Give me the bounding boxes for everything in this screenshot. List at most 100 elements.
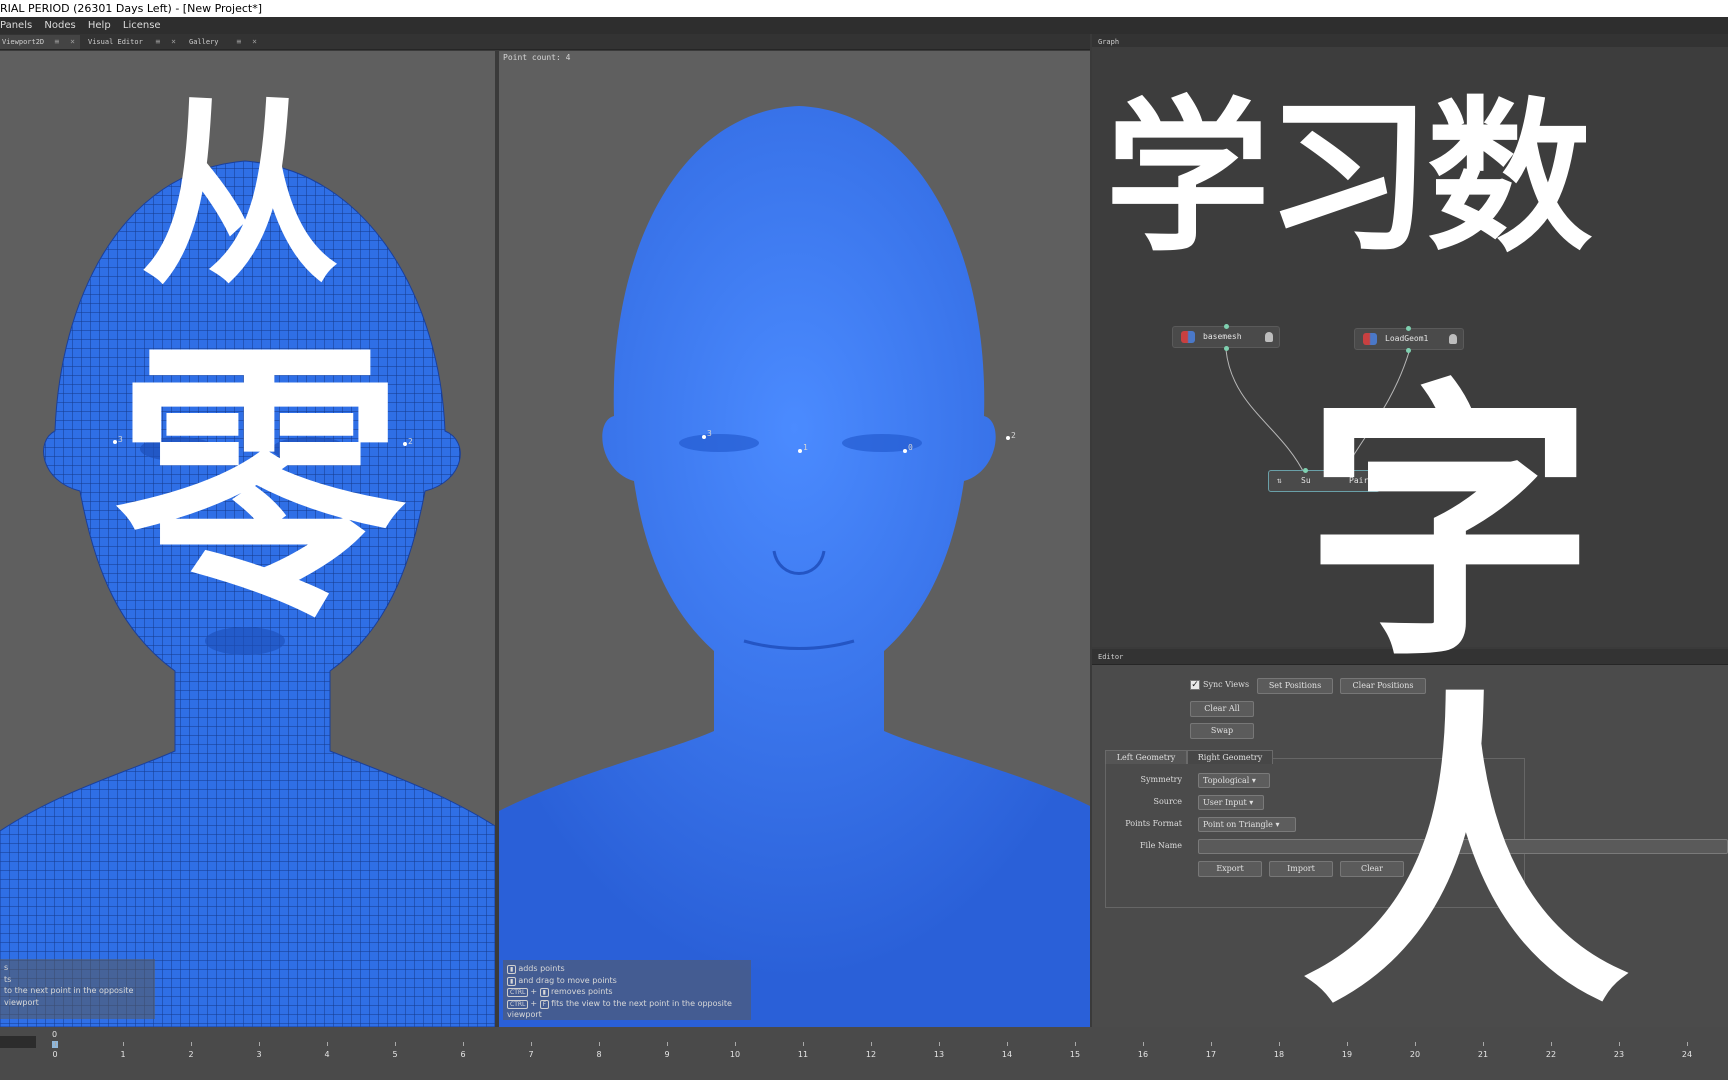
timeline-tick-mark [463, 1042, 464, 1046]
node-loadgeom1[interactable]: LoadGeom1 [1354, 328, 1464, 350]
lightbulb-icon[interactable] [1265, 332, 1273, 342]
points-format-label: Points Format [1125, 819, 1182, 828]
timeline-tick-label: 5 [392, 1050, 398, 1059]
left-viewport[interactable]: 3 1 0 2 s ts to the next point in the op… [0, 51, 495, 1027]
node-select-point-pairs[interactable]: ⇅ Su Pairs [1268, 470, 1380, 492]
hint-adds: ▮ adds points [507, 963, 747, 975]
file-name-field[interactable] [1198, 839, 1728, 854]
timeline-tick-mark [55, 1042, 56, 1046]
timeline-tick-mark [735, 1042, 736, 1046]
points-format-dropdown[interactable]: Point on Triangle ▾ [1198, 817, 1296, 832]
ctrl-key-icon: CTRL [507, 999, 529, 1009]
timeline-tick-label: 2 [188, 1050, 194, 1059]
right-point-2[interactable]: 2 [1011, 431, 1016, 440]
left-wireframe-head [0, 160, 495, 1027]
swap-button[interactable]: Swap [1190, 723, 1254, 739]
left-point-3[interactable]: 3 [118, 435, 123, 444]
right-viewport[interactable]: Point count: 4 3 1 0 2 ▮ adds points ▮ and… [499, 51, 1090, 1027]
menu-license[interactable]: License [123, 17, 161, 34]
tab-viewport2d[interactable]: Viewport2D ≡ × [0, 35, 80, 49]
timeline-tick-mark [1075, 1042, 1076, 1046]
node-basemesh-output-port[interactable] [1224, 346, 1229, 351]
node-pairs-input-port-1[interactable] [1303, 468, 1308, 473]
export-button[interactable]: Export [1198, 861, 1262, 877]
timeline-tick-mark [191, 1042, 192, 1046]
tab-gallery[interactable]: Gallery ≡ × [187, 35, 262, 49]
timeline[interactable]: 0 0 1 2 3 4 5 6 7 8 9 10 11 12 13 14 15 16 17 18 19 20 21 22 23… [0, 1027, 1728, 1080]
timeline-tick-label: 0 [52, 1050, 58, 1059]
right-hint-box: ▮ adds points ▮ and drag to move points CT… [503, 960, 751, 1020]
left-point-0[interactable]: 0 [313, 448, 318, 457]
node-basemesh-input-port[interactable] [1224, 324, 1229, 329]
timeline-tick-label: 14 [1001, 1050, 1013, 1059]
menu-panels[interactable]: Panels [0, 17, 32, 34]
right-point-0[interactable]: 0 [908, 443, 913, 452]
timeline-tick-mark [1687, 1042, 1688, 1046]
symmetry-dropdown[interactable]: Topological ▾ [1198, 773, 1270, 788]
symmetry-value: Topological [1203, 776, 1250, 785]
right-point-3[interactable]: 3 [707, 429, 712, 438]
editor-panel: ✓ Sync Views Set Positions Clear Positio… [1092, 665, 1728, 1027]
timeline-tick-label: 12 [865, 1050, 877, 1059]
geometry-node-icon [1181, 331, 1195, 343]
timeline-tick-label: 20 [1409, 1050, 1421, 1059]
window-title: RIAL PERIOD (26301 Days Left) - [New Pro… [0, 0, 1728, 17]
symmetry-label: Symmetry [1140, 775, 1182, 784]
menu-nodes[interactable]: Nodes [44, 17, 75, 34]
lightbulb-icon[interactable] [1449, 334, 1457, 344]
graph-panel[interactable]: basemesh LoadGeom1 ⇅ Su Pairs [1092, 47, 1728, 647]
timeline-tick-mark [327, 1042, 328, 1046]
left-hint-box: s ts to the next point in the opposite v… [0, 959, 155, 1019]
timeline-tick-label: 16 [1137, 1050, 1149, 1059]
left-hint-line-1: s [4, 963, 9, 972]
left-hint-line-2: ts [4, 974, 12, 984]
timeline-tick-label: 19 [1341, 1050, 1353, 1059]
ctrl-key-icon: CTRL [507, 988, 529, 997]
tab-left-geometry[interactable]: Left Geometry [1105, 750, 1187, 764]
timeline-tick-label: 11 [797, 1050, 809, 1059]
source-dropdown[interactable]: User Input ▾ [1198, 795, 1264, 810]
timeline-frame-box[interactable] [0, 1036, 36, 1048]
clear-button[interactable]: Clear [1340, 861, 1404, 877]
timeline-tick-label: 4 [324, 1050, 330, 1059]
tab-visual-editor-controls[interactable]: ≡ × [156, 35, 179, 49]
menu-help[interactable]: Help [88, 17, 111, 34]
left-hint-line-3: to the next point in the opposite viewpo… [4, 986, 134, 1007]
hint-adds-text: adds points [518, 964, 565, 973]
set-positions-button[interactable]: Set Positions [1257, 678, 1333, 694]
timeline-tick-label: 3 [256, 1050, 262, 1059]
left-point-1[interactable]: 1 [208, 446, 213, 455]
sync-views-checkbox[interactable]: ✓ [1190, 680, 1200, 690]
hint-remove: CTRL + ▮ removes points [507, 986, 747, 998]
tab-editor[interactable]: Editor [1096, 650, 1156, 664]
timeline-tick-mark [395, 1042, 396, 1046]
node-pairs-label-left: Su [1301, 476, 1311, 485]
source-label: Source [1153, 797, 1183, 806]
tab-visual-editor[interactable]: Visual Editor ≡ × [86, 35, 181, 49]
tab-gallery-controls[interactable]: ≡ × [237, 35, 260, 49]
timeline-tick-label: 18 [1273, 1050, 1285, 1059]
left-point-2[interactable]: 2 [408, 437, 413, 446]
timeline-tick-mark [803, 1042, 804, 1046]
node-loadgeom1-input-port[interactable] [1406, 326, 1411, 331]
timeline-tick-mark [1143, 1042, 1144, 1046]
import-button[interactable]: Import [1269, 861, 1333, 877]
points-format-value: Point on Triangle [1203, 820, 1273, 829]
timeline-tick-label: 23 [1613, 1050, 1625, 1059]
timeline-tick-label: 22 [1545, 1050, 1557, 1059]
timeline-tick-mark [1211, 1042, 1212, 1046]
timeline-tick-label: 8 [596, 1050, 602, 1059]
tab-viewport2d-controls[interactable]: ≡ × [55, 35, 78, 49]
node-basemesh[interactable]: basemesh [1172, 326, 1280, 348]
right-point-1[interactable]: 1 [803, 443, 808, 452]
timeline-tick-label: 24 [1681, 1050, 1693, 1059]
node-basemesh-label: basemesh [1203, 332, 1242, 341]
tab-gallery-label: Gallery [189, 38, 219, 46]
timeline-tick-label: 17 [1205, 1050, 1217, 1059]
clear-positions-button[interactable]: Clear Positions [1340, 678, 1426, 694]
timeline-tick-mark [1551, 1042, 1552, 1046]
clear-all-button[interactable]: Clear All [1190, 701, 1254, 717]
node-loadgeom1-output-port[interactable] [1406, 348, 1411, 353]
node-pairs-input-port-2[interactable] [1340, 468, 1345, 473]
tab-right-geometry[interactable]: Right Geometry [1187, 750, 1273, 764]
